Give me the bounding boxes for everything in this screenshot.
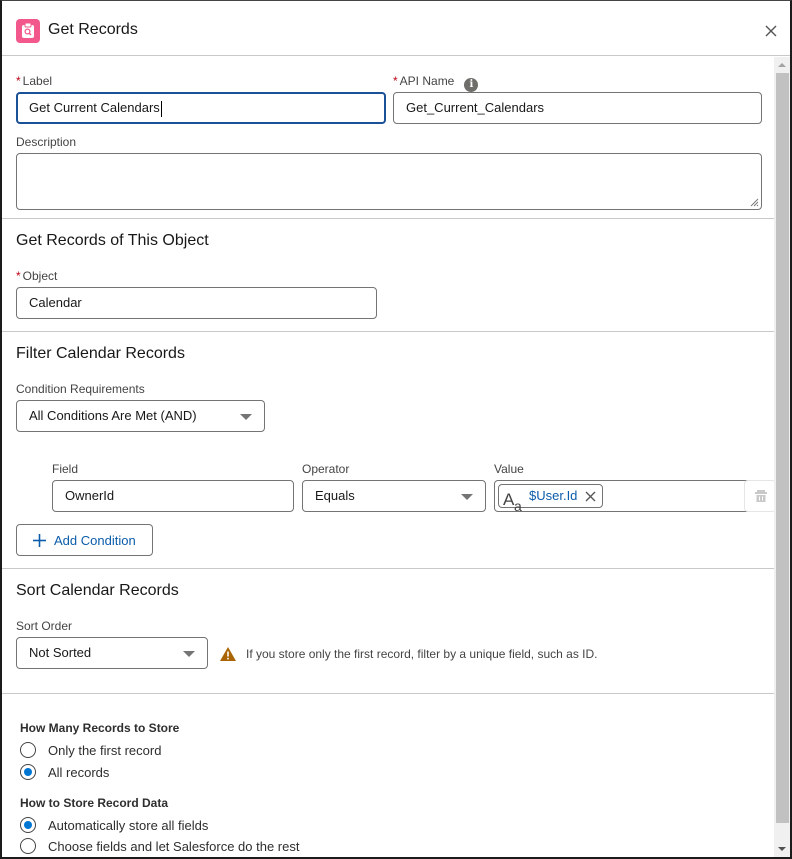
- condition-value-label: Value: [494, 462, 524, 476]
- condition-requirements-label: Condition Requirements: [16, 382, 145, 396]
- modal-header: Get Records: [2, 6, 790, 56]
- get-records-icon: [16, 19, 40, 43]
- sort-warning: If you store only the first record, filt…: [220, 647, 598, 661]
- radio-label: All records: [48, 764, 110, 780]
- chevron-down-icon: [183, 651, 195, 657]
- label-input[interactable]: Get Current Calendars: [16, 92, 386, 124]
- sort-order-select[interactable]: Not Sorted: [16, 637, 208, 669]
- condition-field-input[interactable]: OwnerId: [52, 480, 294, 512]
- radio-button[interactable]: [20, 838, 36, 854]
- section-divider: [2, 693, 774, 694]
- radio-only-first-record[interactable]: Only the first record: [20, 742, 161, 758]
- description-label: Description: [16, 135, 77, 149]
- trash-icon: [755, 490, 767, 502]
- modal-body: * Label Get Current Calendars * API Name i …: [2, 57, 774, 857]
- condition-field-label: Field: [52, 462, 79, 476]
- required-marker: *: [16, 74, 21, 88]
- vertical-scrollbar[interactable]: [774, 57, 790, 857]
- add-condition-button[interactable]: Add Condition: [16, 524, 153, 556]
- section-divider: [2, 331, 774, 332]
- how-to-store-title: How to Store Record Data: [20, 796, 169, 810]
- scrollbar-thumb[interactable]: [776, 73, 789, 823]
- condition-operator-select[interactable]: Equals: [302, 480, 486, 512]
- sort-warning-text: If you store only the first record, filt…: [246, 647, 598, 661]
- condition-requirements-select[interactable]: All Conditions Are Met (AND): [16, 400, 265, 432]
- description-textarea[interactable]: [16, 153, 762, 210]
- how-many-records-title: How Many Records to Store: [20, 721, 180, 735]
- api-name-input[interactable]: Get_Current_Calendars: [393, 92, 762, 124]
- sort-order-label: Sort Order: [16, 619, 73, 633]
- remove-icon[interactable]: [585, 491, 596, 502]
- api-name-field-label: * API Name i: [393, 74, 479, 92]
- value-pill[interactable]: Aa $User.Id: [498, 484, 604, 512]
- text-cursor: [160, 100, 162, 117]
- object-input[interactable]: Calendar: [16, 287, 377, 319]
- condition-value-input[interactable]: Aa $User.Id: [494, 480, 763, 512]
- scroll-up-arrow-icon[interactable]: [774, 57, 790, 73]
- required-marker: *: [393, 74, 398, 88]
- resize-handle-icon[interactable]: [750, 198, 759, 207]
- required-marker: *: [16, 269, 21, 283]
- value-pill-label: $User.Id: [529, 488, 578, 503]
- sort-section-title: Sort Calendar Records: [16, 582, 179, 599]
- filter-section-title: Filter Calendar Records: [16, 345, 185, 362]
- radio-button[interactable]: [20, 764, 36, 780]
- radio-all-records[interactable]: All records: [20, 764, 109, 780]
- radio-button[interactable]: [20, 742, 36, 758]
- text-type-icon: Aa: [503, 490, 522, 512]
- close-button[interactable]: [762, 22, 780, 40]
- condition-operator-label: Operator: [302, 462, 350, 476]
- modal-title: Get Records: [48, 21, 138, 38]
- radio-label: Only the first record: [48, 742, 162, 758]
- radio-auto-store-fields[interactable]: Automatically store all fields: [20, 817, 208, 833]
- warning-icon: [220, 647, 236, 661]
- close-icon: [765, 25, 777, 37]
- chevron-down-icon: [461, 494, 473, 500]
- radio-label: Automatically store all fields: [48, 817, 209, 833]
- plus-icon: [33, 533, 46, 547]
- info-icon[interactable]: i: [464, 78, 479, 92]
- section-divider: [2, 218, 774, 219]
- radio-button[interactable]: [20, 817, 36, 833]
- section-divider: [2, 568, 774, 569]
- radio-choose-fields[interactable]: Choose fields and let Salesforce do the …: [20, 838, 299, 854]
- chevron-down-icon: [240, 414, 252, 420]
- label-field-label: * Label: [16, 74, 53, 88]
- radio-label: Choose fields and let Salesforce do the …: [48, 838, 300, 854]
- delete-condition-button[interactable]: [744, 480, 774, 512]
- scroll-down-arrow-icon[interactable]: [774, 841, 790, 857]
- add-condition-label: Add Condition: [54, 532, 136, 548]
- object-section-title: Get Records of This Object: [16, 232, 209, 249]
- object-field-label: * Object: [16, 269, 58, 283]
